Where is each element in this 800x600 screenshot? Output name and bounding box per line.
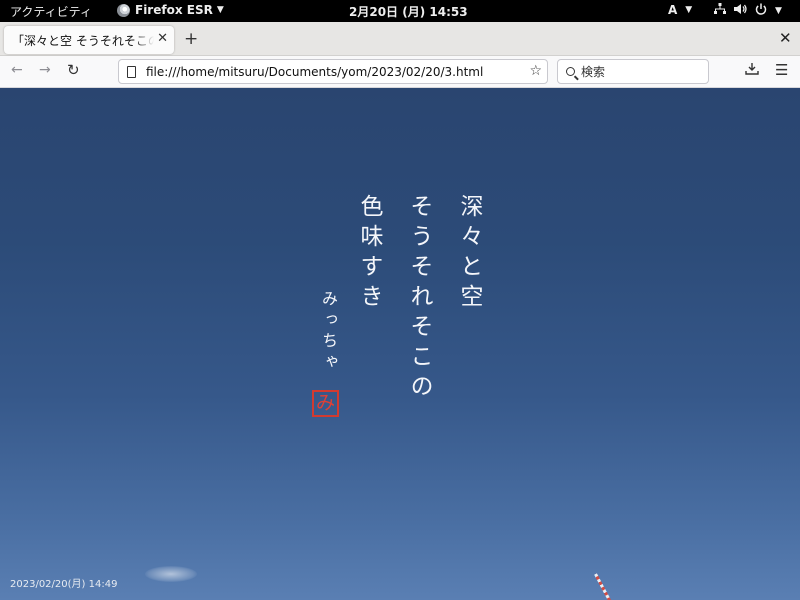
search-bar[interactable]: 検索 <box>557 59 709 84</box>
poem-line-3: 色味すき <box>356 194 382 314</box>
network-icon <box>714 3 726 18</box>
navigation-toolbar: ← → ↻ file:///home/mitsuru/Documents/yom… <box>0 56 800 88</box>
poem-line-1: 深々と空 <box>456 194 482 314</box>
power-icon <box>755 3 767 18</box>
new-tab-button[interactable]: + <box>184 29 198 49</box>
back-button[interactable]: ← <box>11 62 23 78</box>
volume-icon <box>734 3 747 18</box>
input-method-indicator[interactable]: A ▼ <box>668 3 692 17</box>
library-icon[interactable] <box>745 62 759 80</box>
search-placeholder[interactable]: 検索 <box>581 63 605 80</box>
poem-line-2: そうそれそこの <box>406 194 432 404</box>
forward-button[interactable]: → <box>39 62 51 78</box>
poem-timestamp: 2023/02/20(月) 14:49 <box>10 579 118 590</box>
reload-button[interactable]: ↻ <box>67 61 80 79</box>
page-content: 深々と空 そうそれそこの 色味すき みっちゃ み 2023/02/20(月) 1… <box>0 88 800 600</box>
caret-down-icon: ▼ <box>216 5 224 15</box>
author-seal: み <box>312 390 339 417</box>
hamburger-menu-icon[interactable]: ☰ <box>775 61 788 79</box>
bookmark-star-icon[interactable]: ☆ <box>529 63 542 79</box>
caret-down-icon: ▼ <box>775 5 782 16</box>
page-icon <box>127 65 136 78</box>
search-icon <box>566 67 575 76</box>
clock[interactable]: 2月20日 (月) 14:53 <box>349 3 468 20</box>
tower-decoration <box>594 573 611 600</box>
app-menu-label: Firefox ESR <box>135 3 213 17</box>
poem-author: みっちゃ <box>319 290 338 374</box>
window-close-button[interactable]: ✕ <box>779 29 792 47</box>
gnome-top-bar: アクティビティ Firefox ESR ▼ 2月20日 (月) 14:53 A … <box>0 0 800 22</box>
tab-title: 「深々と空 そうそれそこの 色 <box>12 33 154 48</box>
url-text[interactable]: file:///home/mitsuru/Documents/yom/2023/… <box>146 65 483 79</box>
firefox-icon <box>117 3 130 17</box>
close-tab-icon[interactable]: ✕ <box>157 31 168 46</box>
caret-down-icon: ▼ <box>685 5 693 15</box>
url-bar[interactable]: file:///home/mitsuru/Documents/yom/2023/… <box>118 59 548 84</box>
tab-strip: 「深々と空 そうそれそこの 色 ✕ <box>0 22 800 56</box>
activities-button[interactable]: アクティビティ <box>10 3 92 20</box>
system-menu[interactable]: ▼ <box>714 3 782 18</box>
cloud-decoration <box>145 566 197 582</box>
browser-tab-active[interactable]: 「深々と空 そうそれそこの 色 ✕ <box>4 26 174 54</box>
input-method-label: A <box>668 3 678 17</box>
app-menu[interactable]: Firefox ESR ▼ <box>117 3 224 17</box>
